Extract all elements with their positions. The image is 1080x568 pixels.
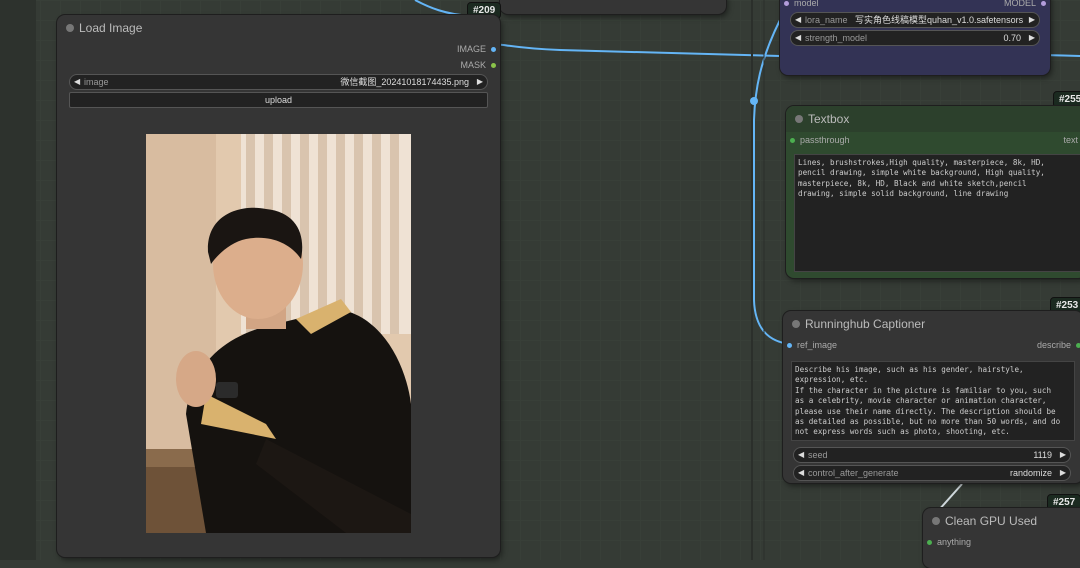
arrow-right-icon[interactable]: ▶ bbox=[477, 75, 483, 89]
arrow-right-icon[interactable]: ▶ bbox=[1029, 31, 1035, 45]
input-ref-image[interactable]: ref_image bbox=[787, 340, 838, 350]
textbox-node[interactable]: Textbox passthrough text Lines, brushstr… bbox=[786, 106, 1080, 278]
widget-value: 微信截图_20241018174435.png bbox=[340, 77, 469, 87]
input-dot-icon[interactable] bbox=[790, 138, 795, 143]
arrow-left-icon[interactable]: ◀ bbox=[795, 31, 801, 45]
portrait-photo bbox=[146, 134, 411, 533]
widget-label: strength_model bbox=[805, 33, 868, 43]
node-title-bar[interactable]: Clean GPU Used bbox=[923, 508, 1080, 534]
captioner-node[interactable]: Runninghub Captioner ref_image describe … bbox=[783, 311, 1080, 483]
collapse-dot-icon[interactable] bbox=[66, 24, 74, 32]
lora-name-combo[interactable]: ◀ lora_name 写实角色线稿模型quhan_v1.0.safetenso… bbox=[790, 12, 1040, 28]
arrow-left-icon[interactable]: ◀ bbox=[74, 75, 80, 89]
input-passthrough[interactable]: passthrough bbox=[790, 135, 850, 145]
input-anything[interactable]: anything bbox=[927, 537, 972, 547]
node-title: Runninghub Captioner bbox=[805, 317, 926, 331]
input-label: model bbox=[794, 0, 819, 8]
strength-model-number[interactable]: ◀ strength_model 0.70 ▶ bbox=[790, 30, 1040, 46]
input-dot-icon[interactable] bbox=[787, 343, 792, 348]
output-text[interactable]: text bbox=[1063, 135, 1078, 145]
output-dot-icon[interactable] bbox=[491, 47, 496, 52]
node-title: Load Image bbox=[79, 21, 143, 35]
output-dot-icon[interactable] bbox=[491, 63, 496, 68]
widget-label: seed bbox=[808, 450, 828, 460]
image-combo[interactable]: ◀ image 微信截图_20241018174435.png ▶ bbox=[69, 74, 488, 90]
widget-value: 写实角色线稿模型quhan_v1.0.safetensors bbox=[855, 15, 1024, 25]
widget-value: 0.70 bbox=[1003, 33, 1021, 43]
image-preview bbox=[146, 134, 411, 533]
input-dot-icon[interactable] bbox=[784, 1, 789, 6]
clean-gpu-node[interactable]: Clean GPU Used anything bbox=[923, 508, 1080, 568]
lora-loader-node[interactable]: model MODEL ◀ lora_name 写实角色线稿模型quhan_v1… bbox=[780, 0, 1050, 75]
collapse-dot-icon[interactable] bbox=[932, 517, 940, 525]
output-image[interactable]: IMAGE bbox=[456, 44, 496, 54]
arrow-right-icon[interactable]: ▶ bbox=[1060, 448, 1066, 462]
widget-value: randomize bbox=[1009, 468, 1052, 478]
seed-number[interactable]: ◀ seed 1119 ▶ bbox=[793, 447, 1071, 463]
input-dot-icon[interactable] bbox=[927, 540, 932, 545]
collapse-dot-icon[interactable] bbox=[792, 320, 800, 328]
top-wire bbox=[414, 0, 471, 17]
output-describe[interactable]: describe bbox=[1036, 340, 1080, 350]
arrow-left-icon[interactable]: ◀ bbox=[798, 448, 804, 462]
input-label: anything bbox=[937, 537, 972, 547]
output-label: IMAGE bbox=[456, 44, 486, 54]
control-after-generate-combo[interactable]: ◀ control_after_generate randomize ▶ bbox=[793, 465, 1071, 481]
upload-button[interactable]: upload bbox=[69, 92, 488, 108]
input-label: ref_image bbox=[797, 340, 838, 350]
node-title-bar[interactable]: Textbox bbox=[786, 106, 1080, 132]
textbox-textarea[interactable]: Lines, brushstrokes,High quality, master… bbox=[794, 154, 1080, 272]
widget-label: control_after_generate bbox=[808, 468, 899, 478]
output-dot-icon[interactable] bbox=[1076, 343, 1080, 348]
output-label: MODEL bbox=[1003, 0, 1036, 8]
input-model[interactable]: model bbox=[784, 0, 819, 8]
arrow-left-icon[interactable]: ◀ bbox=[798, 466, 804, 480]
node-title-bar[interactable]: Runninghub Captioner bbox=[783, 311, 1080, 337]
node-title: Clean GPU Used bbox=[945, 514, 1038, 528]
arrow-right-icon[interactable]: ▶ bbox=[1029, 13, 1035, 27]
arrow-left-icon[interactable]: ◀ bbox=[795, 13, 801, 27]
collapse-dot-icon[interactable] bbox=[795, 115, 803, 123]
node-title-bar[interactable]: Load Image bbox=[57, 15, 500, 41]
output-label: text bbox=[1063, 135, 1078, 145]
output-dot-icon[interactable] bbox=[1041, 1, 1046, 6]
output-mask[interactable]: MASK bbox=[460, 60, 496, 70]
widget-label: lora_name bbox=[805, 15, 848, 25]
widget-label: image bbox=[84, 77, 109, 87]
partial-node-top[interactable] bbox=[500, 0, 726, 14]
widget-value: 1119 bbox=[1033, 450, 1052, 460]
node-title: Textbox bbox=[808, 112, 850, 126]
input-label: passthrough bbox=[800, 135, 850, 145]
arrow-right-icon[interactable]: ▶ bbox=[1060, 466, 1066, 480]
reroute-dot bbox=[750, 97, 758, 105]
load-image-node[interactable]: Load Image IMAGE MASK ◀ image 微信截图_20241… bbox=[57, 15, 500, 557]
caption-prompt-textarea[interactable]: Describe his image, such as his gender, … bbox=[791, 361, 1075, 441]
output-label: MASK bbox=[460, 60, 486, 70]
output-label: describe bbox=[1036, 340, 1071, 350]
output-model[interactable]: MODEL bbox=[1003, 0, 1046, 8]
